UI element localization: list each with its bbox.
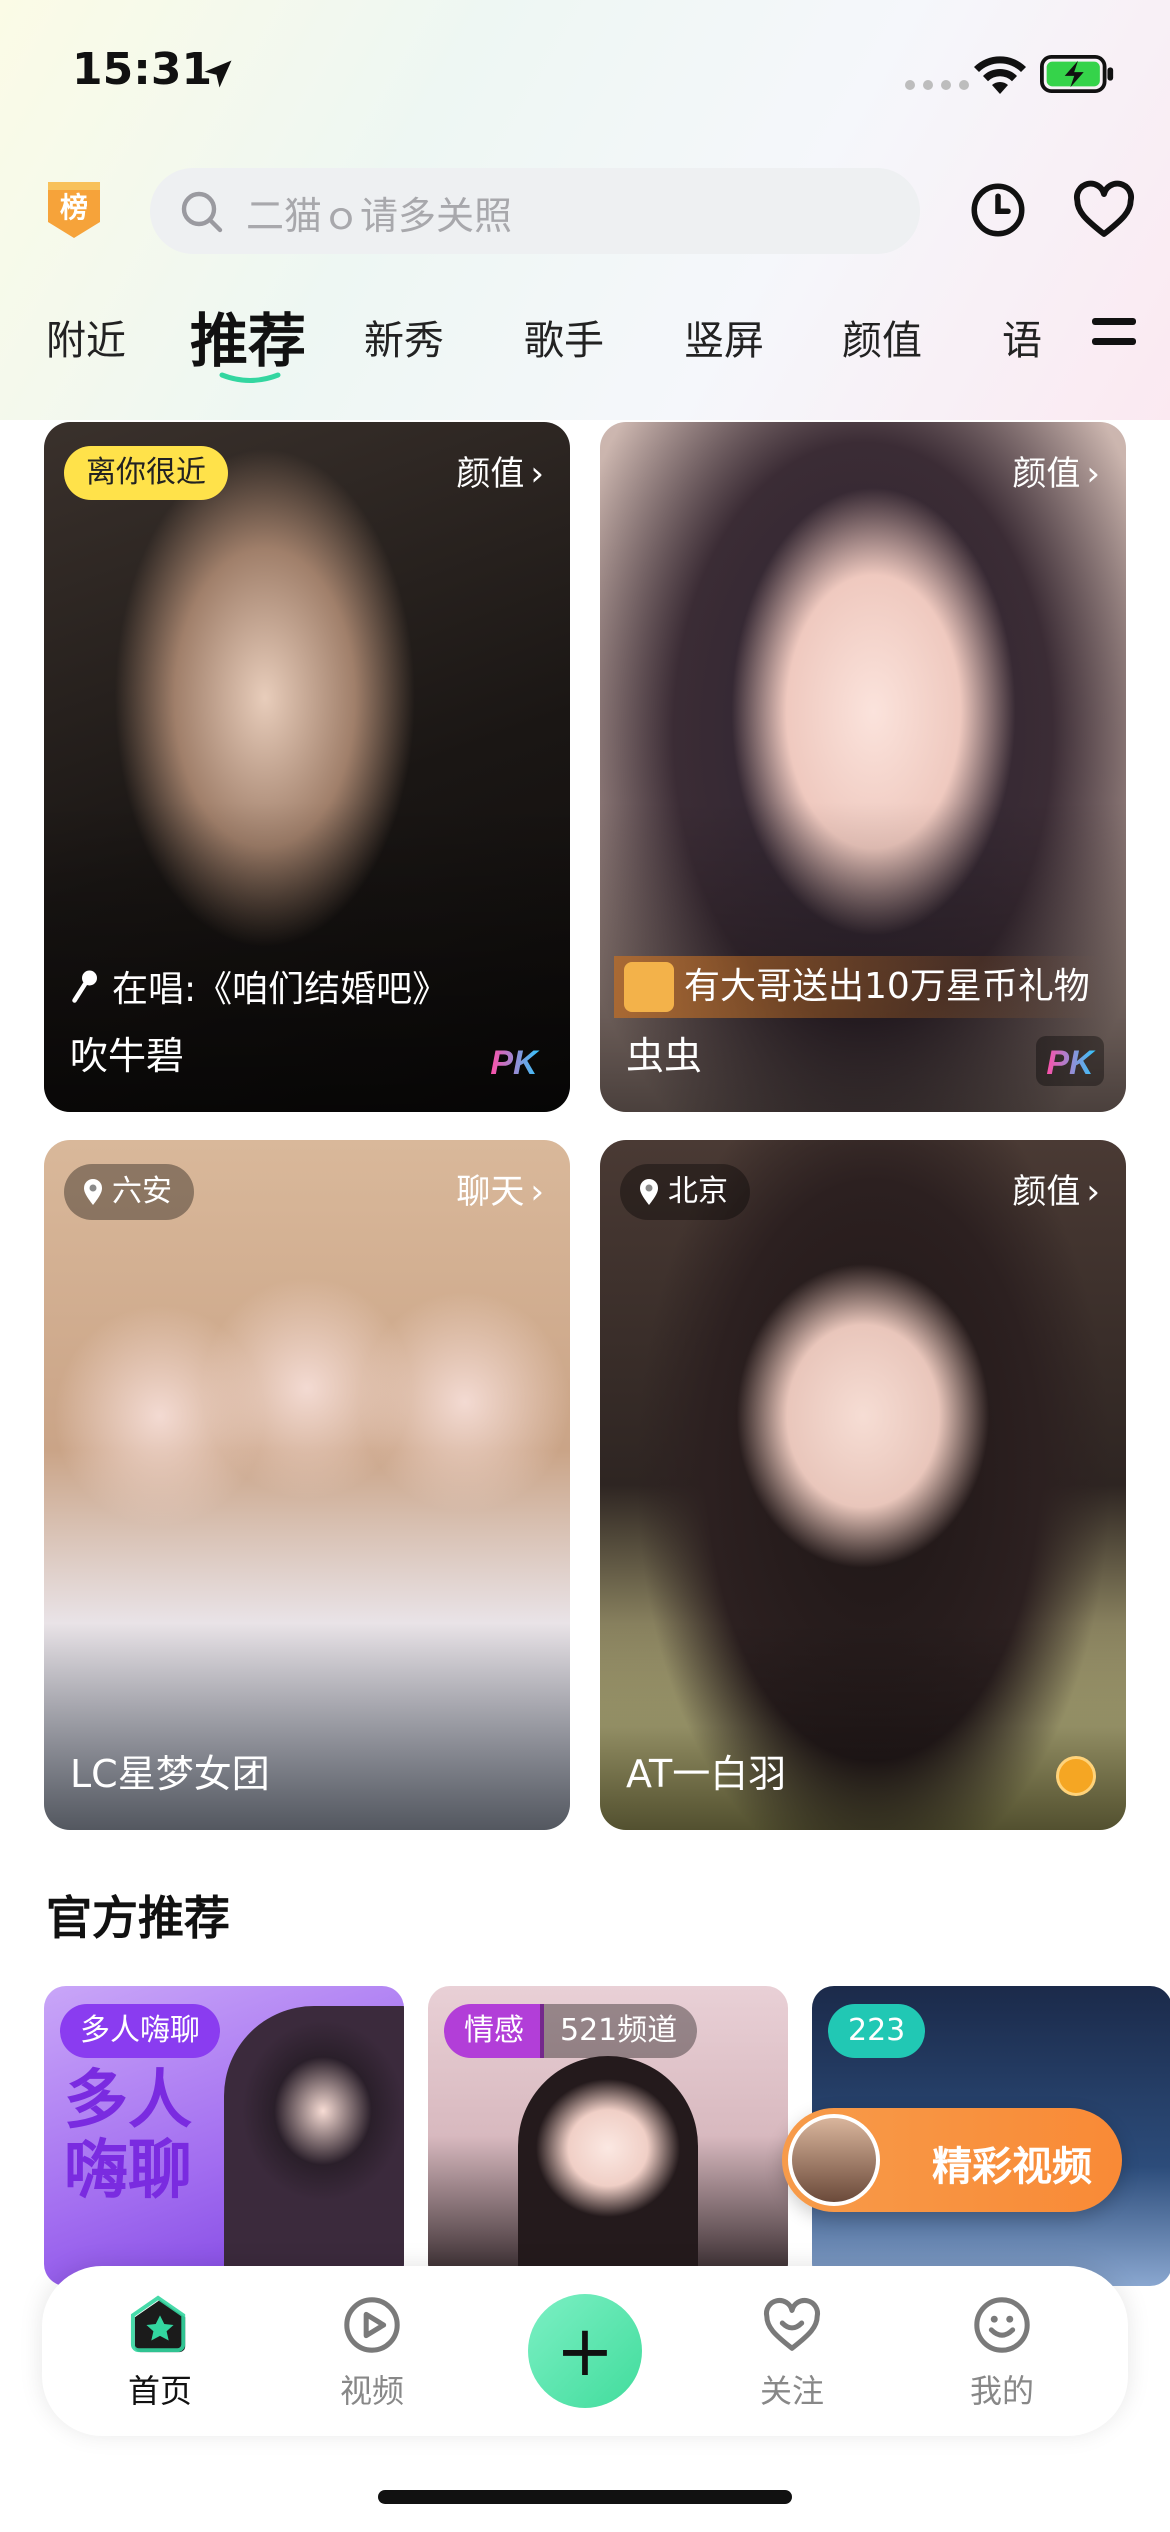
rank-badge-button[interactable]: 榜 bbox=[44, 178, 104, 240]
search-placeholder: 二猫ｏ请多关照 bbox=[246, 194, 513, 238]
recommend-card[interactable]: 情感 521频道 bbox=[428, 1986, 788, 2286]
tabbar-label: 视频 bbox=[339, 2372, 404, 2410]
gift-icon bbox=[624, 962, 674, 1012]
home-indicator bbox=[378, 2490, 792, 2504]
streamer-name: 虫虫 bbox=[626, 1034, 703, 1078]
recommend-image bbox=[224, 2006, 404, 2286]
heart-face-icon bbox=[763, 2297, 821, 2351]
streamer-name: AT一白羽 bbox=[626, 1752, 787, 1796]
pk-badge-icon: PK bbox=[490, 1044, 540, 1082]
tabs-menu-icon[interactable] bbox=[1092, 318, 1136, 354]
section-title: 官方推荐 bbox=[46, 1891, 230, 1945]
status-bar: 15:31 bbox=[0, 0, 1170, 150]
category-link[interactable]: 颜值 › bbox=[1012, 446, 1100, 495]
live-card[interactable]: 颜值 › 有大哥送出10万星币礼物 虫虫 PK bbox=[600, 422, 1126, 1112]
svg-text:PK: PK bbox=[1046, 1044, 1096, 1082]
pk-badge-icon: PK bbox=[1036, 1036, 1104, 1086]
recommend-title: 多人嗨聊 bbox=[64, 2064, 192, 2208]
location-pin-icon bbox=[640, 1179, 658, 1205]
coin-badge-icon bbox=[1056, 1756, 1096, 1796]
recommend-channel: 521频道 bbox=[540, 2004, 698, 2058]
location-tag: 六安 bbox=[64, 1164, 194, 1220]
tab-recommend[interactable]: 推荐 bbox=[190, 294, 306, 378]
tabbar-label: 我的 bbox=[969, 2372, 1034, 2410]
live-card[interactable]: 北京 颜值 › AT一白羽 bbox=[600, 1140, 1126, 1830]
history-clock-icon[interactable] bbox=[968, 180, 1028, 240]
svg-text:PK: PK bbox=[490, 1044, 540, 1082]
tab-vertical[interactable]: 竖屏 bbox=[684, 308, 764, 366]
recommend-tag: 情感 bbox=[444, 2004, 544, 2058]
location-arrow-icon bbox=[204, 60, 232, 88]
search-icon bbox=[181, 191, 223, 233]
recommend-image bbox=[518, 2056, 698, 2286]
smile-icon bbox=[974, 2297, 1030, 2353]
featured-video-avatar bbox=[788, 2114, 880, 2206]
nearby-badge: 离你很近 bbox=[64, 446, 228, 500]
tabbar-me[interactable]: 我的 bbox=[942, 2294, 1062, 2412]
tab-new-talent[interactable]: 新秀 bbox=[364, 308, 444, 366]
microphone-icon bbox=[72, 970, 97, 1003]
tabbar-home[interactable]: 首页 bbox=[100, 2294, 220, 2412]
battery-charging-icon bbox=[1040, 55, 1114, 93]
singing-status: 在唱:《咱们结婚吧》 bbox=[70, 960, 448, 1012]
recommend-tag: 223 bbox=[828, 2004, 926, 2058]
favorites-heart-icon[interactable] bbox=[1072, 180, 1136, 240]
category-tabs: 附近 推荐 新秀 歌手 竖屏 颜值 语 bbox=[0, 296, 1170, 386]
tab-looks[interactable]: 颜值 bbox=[842, 308, 922, 366]
tab-nearby[interactable]: 附近 bbox=[46, 308, 126, 366]
cellular-signal-icon bbox=[905, 80, 969, 90]
live-card[interactable]: 六安 聊天 › LC星梦女团 bbox=[44, 1140, 570, 1830]
bottom-tab-bar: 首页 视频 + 关注 我的 bbox=[42, 2266, 1128, 2436]
wifi-icon bbox=[974, 56, 1026, 94]
play-icon bbox=[344, 2297, 400, 2353]
tab-singer[interactable]: 歌手 bbox=[524, 308, 604, 366]
create-live-button[interactable]: + bbox=[528, 2294, 642, 2408]
live-card[interactable]: 离你很近 颜值 › 在唱:《咱们结婚吧》 吹牛碧 PK bbox=[44, 422, 570, 1112]
status-time: 15:31 bbox=[72, 44, 213, 95]
plus-icon: + bbox=[555, 2310, 615, 2392]
tab-voice[interactable]: 语 bbox=[1002, 308, 1042, 366]
tabbar-label: 关注 bbox=[759, 2372, 824, 2410]
recommend-card[interactable]: 多人嗨聊 多人嗨聊 bbox=[44, 1986, 404, 2286]
tabbar-follow[interactable]: 关注 bbox=[732, 2294, 852, 2412]
streamer-name: 吹牛碧 bbox=[70, 1034, 185, 1078]
location-pin-icon bbox=[84, 1179, 102, 1205]
featured-video-label: 精彩视频 bbox=[932, 2144, 1092, 2190]
streamer-name: LC星梦女团 bbox=[70, 1752, 270, 1796]
location-tag: 北京 bbox=[620, 1164, 750, 1220]
rank-badge-label: 榜 bbox=[59, 191, 88, 224]
gift-notice: 有大哥送出10万星币礼物 bbox=[614, 956, 1102, 1018]
home-icon bbox=[130, 2295, 186, 2353]
tab-active-indicator bbox=[219, 372, 281, 383]
featured-video-button[interactable]: 精彩视频 bbox=[782, 2108, 1122, 2212]
tabbar-video[interactable]: 视频 bbox=[312, 2294, 432, 2412]
recommend-tag: 多人嗨聊 bbox=[60, 2004, 220, 2058]
category-link[interactable]: 颜值 › bbox=[1012, 1164, 1100, 1213]
category-link[interactable]: 颜值 › bbox=[456, 446, 544, 495]
search-bar[interactable]: 二猫ｏ请多关照 bbox=[150, 168, 920, 254]
tabbar-label: 首页 bbox=[127, 2372, 192, 2410]
category-link[interactable]: 聊天 › bbox=[456, 1164, 544, 1213]
